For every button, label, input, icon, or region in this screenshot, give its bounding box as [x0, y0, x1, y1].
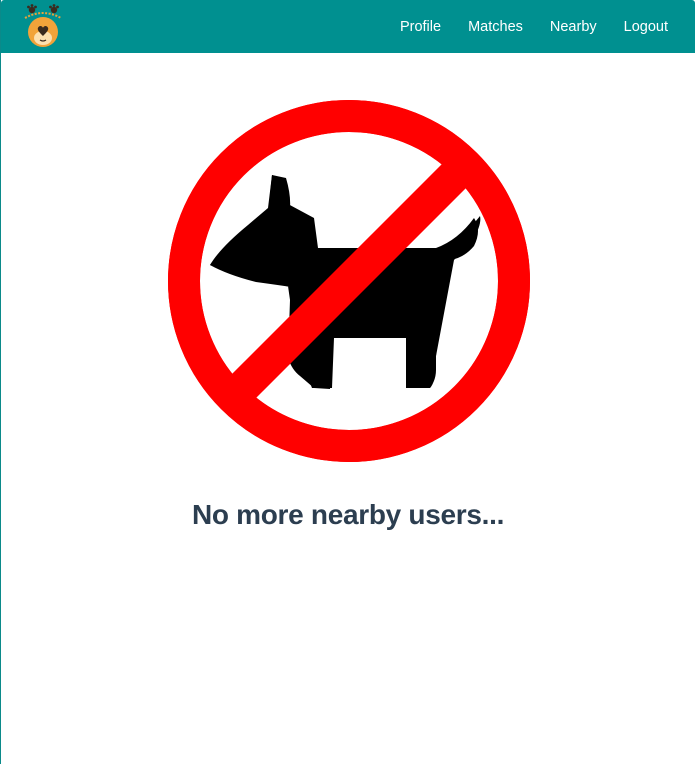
no-dogs-illustration — [168, 100, 530, 462]
no-dogs-prohibition-icon — [168, 100, 530, 462]
nav-nearby-link[interactable]: Nearby — [550, 19, 597, 35]
nav-profile-link[interactable]: Profile — [400, 19, 441, 35]
brand-logo[interactable] — [19, 2, 67, 50]
dog-face-heart-logo-icon — [24, 4, 62, 47]
no-more-users-message: No more nearby users... — [191, 499, 505, 531]
top-navbar: Profile Matches Nearby Logout — [1, 0, 695, 53]
nav-matches-link[interactable]: Matches — [468, 19, 523, 35]
nav-links: Profile Matches Nearby Logout — [373, 0, 668, 53]
nav-logout-link[interactable]: Logout — [624, 19, 668, 35]
app-page: Profile Matches Nearby Logout No more ne… — [0, 0, 695, 764]
